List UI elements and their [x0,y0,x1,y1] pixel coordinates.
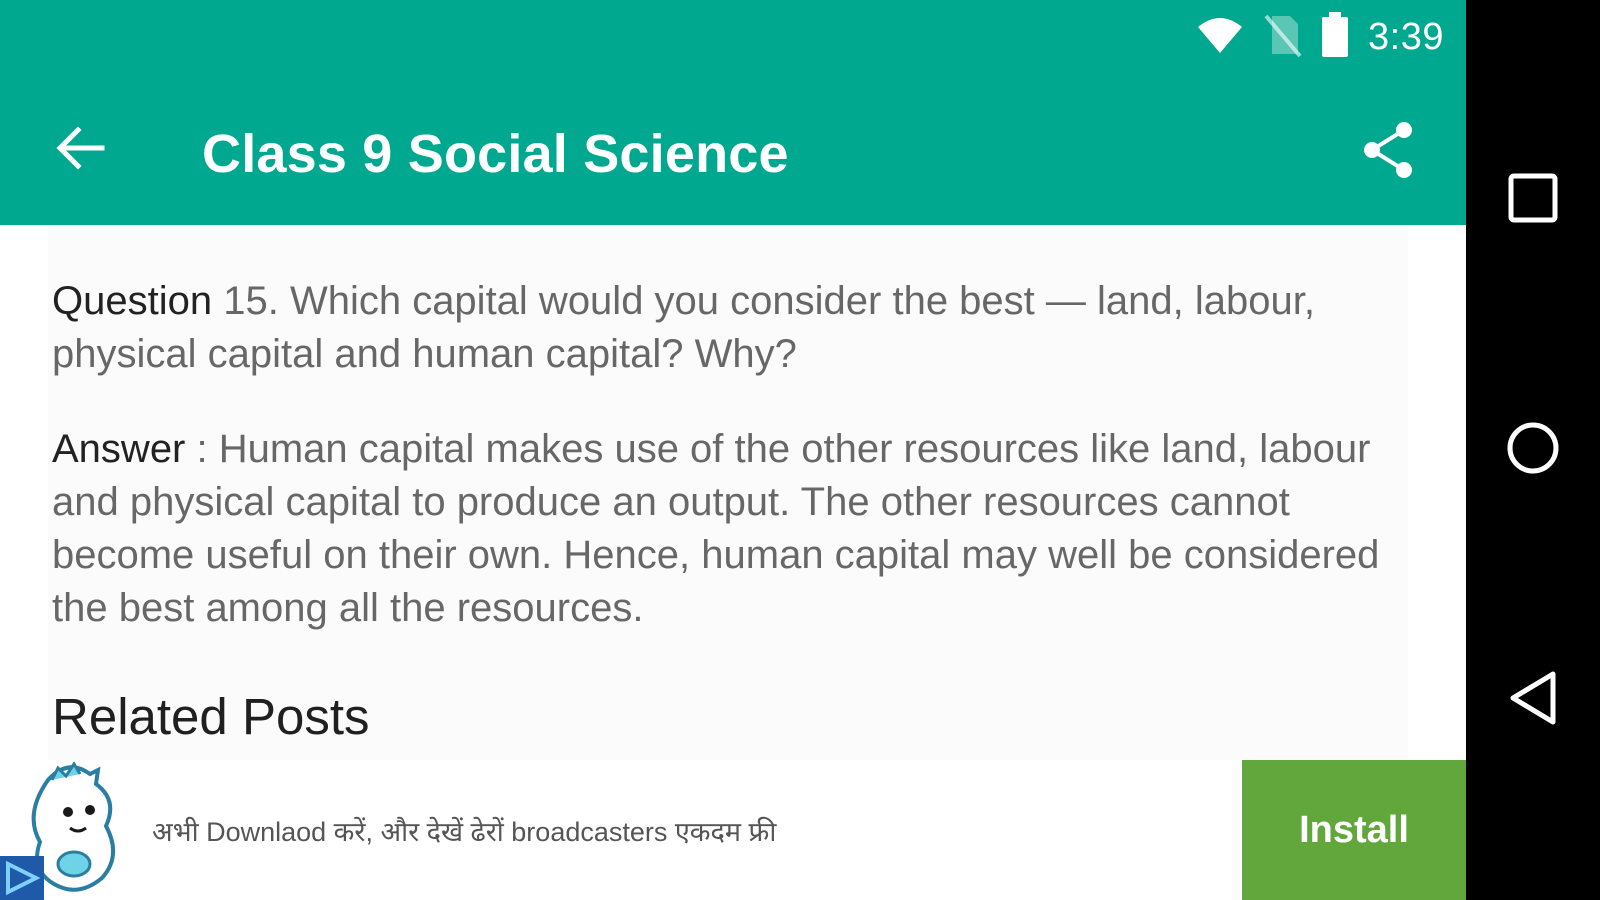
question-label: Question [52,279,213,323]
arrow-left-icon [54,125,106,176]
answer-text: : Human capital makes use of the other r… [52,427,1380,630]
back-icon [1507,670,1559,731]
nav-back-button[interactable] [1466,650,1600,750]
recent-apps-icon [1507,172,1559,229]
status-time: 3:39 [1368,15,1444,58]
answer-paragraph: Answer : Human capital makes use of the … [52,423,1402,635]
wifi-icon [1196,15,1244,60]
article-content: Question 15. Which capital would you con… [0,225,1466,760]
app-bar: Class 9 Social Science [0,80,1466,225]
ad-choices-icon[interactable] [0,856,44,900]
battery-icon [1320,11,1350,63]
related-posts-heading: Related Posts [52,688,370,745]
answer-label: Answer [52,427,186,471]
home-icon [1505,420,1561,481]
ad-text: अभी Downlaod करें, और देखें ढेरों broadc… [152,817,777,847]
status-icons: 3:39 [1196,11,1444,63]
share-icon [1360,120,1416,185]
navigation-bar [1466,0,1600,900]
recent-apps-button[interactable] [1466,150,1600,250]
question-text: 15. Which capital would you consider the… [52,279,1315,376]
share-button[interactable] [1348,112,1428,192]
app-screen: 3:39 Class 9 Social Science Question 15.… [0,0,1466,900]
ad-banner[interactable]: अभी Downlaod करें, और देखें ढेरों broadc… [0,760,1466,900]
page-title: Class 9 Social Science [202,124,789,184]
no-sim-icon [1262,12,1302,63]
status-bar: 3:39 [0,0,1466,80]
home-button[interactable] [1466,400,1600,500]
install-button[interactable]: Install [1242,760,1466,900]
question-paragraph: Question 15. Which capital would you con… [52,275,1402,381]
back-button[interactable] [44,114,116,186]
